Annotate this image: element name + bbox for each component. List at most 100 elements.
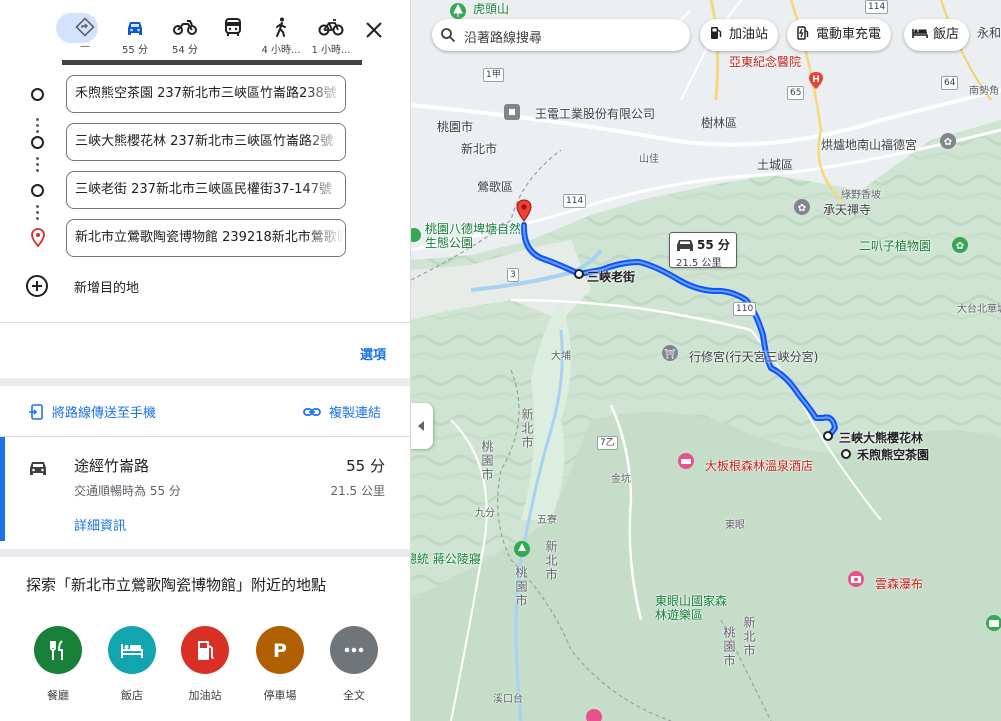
district-label: 九分 bbox=[475, 508, 495, 519]
district-label: 永和 bbox=[977, 26, 1001, 40]
link-icon bbox=[303, 408, 321, 416]
road-shield: 64 bbox=[941, 76, 959, 90]
route-start-marker[interactable] bbox=[840, 448, 852, 460]
hospital-icon[interactable]: H bbox=[808, 72, 824, 90]
waypoint-circle-icon bbox=[31, 136, 44, 149]
district-label: 金坑 bbox=[611, 474, 631, 485]
chip-ev-charging[interactable]: 電動車充電 bbox=[787, 19, 892, 51]
waypoint-row: 禾煦熊空茶園 237新北市三峽區竹崙路238號 bbox=[0, 74, 360, 114]
mode-bike[interactable]: 1 小時... bbox=[306, 14, 356, 60]
poi-icon[interactable] bbox=[585, 708, 603, 721]
photo-spot-icon[interactable] bbox=[985, 614, 1001, 632]
mode-label: 1 小時... bbox=[311, 45, 351, 56]
chip-gas-stations[interactable]: 加油站 bbox=[700, 19, 779, 51]
waypoint-input[interactable]: 三峽老街 237新北市三峽區民權街37-147號 bbox=[66, 171, 346, 209]
gas-station-icon bbox=[181, 626, 229, 674]
waypoint-input[interactable]: 三峽大熊櫻花林 237新北市三峽區竹崙路2號 bbox=[66, 123, 346, 161]
mode-label: 54 分 bbox=[172, 45, 198, 56]
nearby-hotels-button[interactable]: 飯店 bbox=[97, 626, 167, 703]
poi-label: 東眼山國家森林遊樂區 bbox=[655, 594, 728, 622]
city-label: 新北市 bbox=[544, 540, 558, 582]
collapse-panel-button[interactable] bbox=[411, 403, 433, 449]
route-stop-marker[interactable] bbox=[822, 430, 834, 442]
poi-label: 行修宮(行天宮三峽分宮) bbox=[689, 350, 819, 364]
hotel-pin-icon[interactable] bbox=[677, 452, 695, 470]
mode-walk[interactable]: 4 小時... bbox=[256, 14, 306, 60]
city-label: 桃園市 bbox=[514, 566, 528, 608]
temple-icon[interactable]: ✿ bbox=[793, 198, 811, 216]
map-canvas[interactable]: 三峽老街 三峽大熊櫻花林 禾煦熊空茶園 亞東紀念醫院 王電工業股份有限公司 烘爐… bbox=[411, 0, 1001, 721]
city-label: 新北市 bbox=[461, 142, 498, 156]
bicycle-icon bbox=[306, 14, 356, 40]
car-icon bbox=[110, 14, 160, 40]
hotel-icon bbox=[108, 626, 156, 674]
route-name: 途經竹崙路 bbox=[74, 457, 150, 475]
travel-mode-bar: — 55 分 54 分 4 小時... 1 小時... bbox=[60, 14, 390, 60]
waypoint-row: 新北市立鶯歌陶瓷博物館 239218新北市鶯歌區 bbox=[0, 218, 360, 258]
route-details-link[interactable]: 詳細資訊 bbox=[74, 515, 126, 534]
svg-text:✿: ✿ bbox=[944, 137, 952, 148]
nearby-label: 停車場 bbox=[263, 689, 297, 702]
shrine-icon[interactable]: ⛩ bbox=[661, 344, 679, 362]
route-search-input[interactable]: 沿著路線搜尋 bbox=[432, 19, 690, 51]
destination-pin-icon bbox=[31, 228, 45, 248]
send-to-phone-label: 將路線傳送至手機 bbox=[52, 406, 157, 421]
mode-drive[interactable]: 55 分 bbox=[110, 14, 160, 60]
car-icon bbox=[30, 462, 46, 475]
mode-best[interactable]: — bbox=[60, 14, 110, 60]
destination-input[interactable]: 新北市立鶯歌陶瓷博物館 239218新北市鶯歌區 bbox=[66, 219, 346, 257]
parking-icon: P bbox=[256, 626, 304, 674]
add-circle-icon bbox=[26, 275, 48, 297]
close-directions-button[interactable] bbox=[362, 18, 386, 42]
copy-link-button[interactable]: 複製連結 bbox=[303, 402, 381, 421]
road-shield: 1甲 bbox=[483, 68, 504, 82]
memorial-icon[interactable] bbox=[513, 540, 531, 558]
gas-station-icon bbox=[711, 27, 722, 39]
nearby-parking-button[interactable]: P 停車場 bbox=[245, 626, 315, 703]
more-icon bbox=[330, 626, 378, 674]
mode-motorcycle[interactable]: 54 分 bbox=[160, 14, 210, 60]
chip-label: 加油站 bbox=[729, 27, 769, 42]
waypoint-circle-icon bbox=[31, 184, 44, 197]
svg-text:H: H bbox=[812, 75, 820, 85]
city-label: 桃園市 bbox=[722, 626, 736, 668]
svg-text:⛩: ⛩ bbox=[664, 349, 675, 360]
park-icon[interactable] bbox=[449, 2, 467, 20]
garden-icon[interactable]: ✿ bbox=[951, 236, 969, 254]
mode-label: — bbox=[80, 41, 90, 52]
road-shield: 110 bbox=[733, 302, 757, 316]
photo-spot-icon[interactable] bbox=[847, 570, 865, 588]
district-label: 五寮 bbox=[537, 515, 557, 526]
nearby-label: 加油站 bbox=[188, 689, 222, 702]
city-label: 新北市 bbox=[520, 408, 534, 450]
section-separator bbox=[0, 378, 410, 386]
route-option-card[interactable]: 途經竹崙路 55 分 交通順暢時為 55 分 21.5 公里 詳細資訊 bbox=[0, 437, 410, 541]
nearby-gas-button[interactable]: 加油站 bbox=[170, 626, 240, 703]
send-to-phone-button[interactable]: 將路線傳送至手機 bbox=[28, 402, 156, 421]
factory-icon[interactable] bbox=[504, 104, 520, 120]
nearby-restaurants-button[interactable]: 餐廳 bbox=[23, 626, 93, 703]
route-duration: 55 分 bbox=[346, 457, 385, 475]
route-info-callout[interactable]: 55 分 21.5 公里 bbox=[669, 232, 737, 269]
options-button[interactable]: 選項 bbox=[360, 344, 386, 363]
selected-route-indicator bbox=[0, 437, 5, 541]
chip-hotels[interactable]: 飯店 bbox=[904, 19, 970, 51]
road-shield: 114 bbox=[865, 0, 889, 14]
city-label: 新北市 bbox=[742, 616, 756, 658]
section-separator bbox=[0, 549, 410, 557]
poi-label: 桃園八德埤塘自然生態公園 bbox=[425, 222, 522, 250]
hotel-icon bbox=[912, 29, 928, 38]
route-traffic-note: 交通順暢時為 55 分 bbox=[74, 484, 181, 498]
district-label: 溪口台 bbox=[493, 694, 523, 705]
district-label: 綠野香坡 bbox=[841, 190, 881, 201]
waypoint-input[interactable]: 禾煦熊空茶園 237新北市三峽區竹崙路238號 bbox=[66, 75, 346, 113]
temple-icon[interactable]: ✿ bbox=[939, 132, 957, 150]
poi-label: 王電工業股份有限公司 bbox=[535, 107, 656, 121]
road-shield: 65 bbox=[787, 86, 805, 100]
park-icon[interactable] bbox=[411, 226, 423, 244]
nearby-more-button[interactable]: 全文 bbox=[319, 626, 389, 703]
district-label: 南勢角 bbox=[969, 86, 999, 97]
road-shield: 3 bbox=[507, 268, 519, 282]
mode-transit[interactable] bbox=[208, 14, 258, 60]
route-stop-marker[interactable] bbox=[573, 268, 585, 280]
